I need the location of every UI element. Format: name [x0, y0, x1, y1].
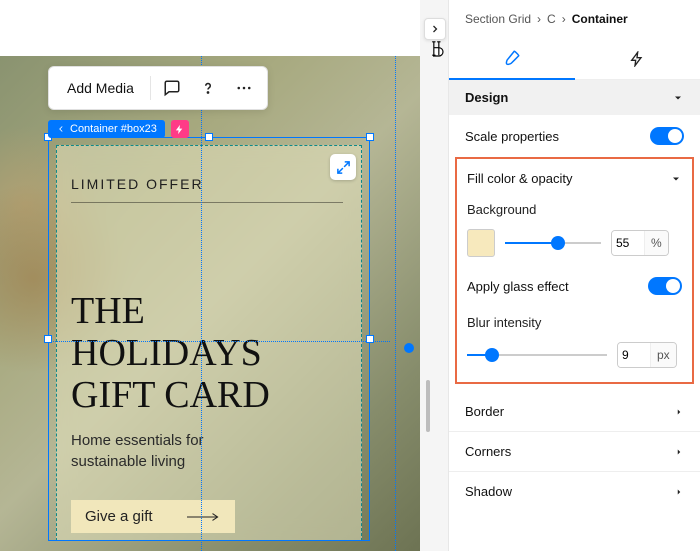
chevron-right-icon: [674, 407, 684, 417]
tab-design[interactable]: [449, 38, 575, 80]
chevron-right-icon: ›: [537, 12, 541, 26]
corners-label: Corners: [465, 444, 511, 459]
opacity-unit: %: [644, 231, 668, 255]
blur-value-field[interactable]: [618, 343, 650, 367]
add-media-button[interactable]: Add Media: [57, 74, 144, 102]
chevron-down-icon: [670, 173, 682, 185]
breadcrumb-item[interactable]: Section Grid: [465, 12, 531, 26]
breadcrumb: Section Grid › C › Container: [449, 0, 700, 38]
chevron-right-icon: [674, 447, 684, 457]
edge-handle[interactable]: [404, 343, 414, 353]
border-row[interactable]: Border: [449, 392, 700, 431]
lightning-icon: [629, 51, 645, 67]
border-label: Border: [465, 404, 504, 419]
section-title: Design: [465, 90, 508, 105]
glass-toggle[interactable]: [648, 277, 682, 295]
color-swatch[interactable]: [467, 229, 495, 257]
fill-opacity-group: Fill color & opacity Background % Apply …: [455, 157, 694, 384]
selection-tag: Container #box23: [48, 120, 189, 138]
floating-toolbar: Add Media: [48, 66, 268, 110]
scrollbar[interactable]: [426, 380, 430, 432]
background-controls: %: [467, 229, 682, 257]
blur-controls: px: [467, 342, 682, 368]
selection-badge[interactable]: Container #box23: [48, 120, 165, 138]
scale-properties-toggle[interactable]: [650, 127, 684, 145]
more-icon[interactable]: [229, 73, 259, 103]
comment-icon[interactable]: [157, 73, 187, 103]
opacity-value-field[interactable]: [612, 231, 644, 255]
blur-input[interactable]: px: [617, 342, 677, 368]
fill-opacity-header[interactable]: Fill color & opacity: [467, 167, 682, 196]
selection-label: Container #box23: [70, 123, 157, 135]
collapse-panel-button[interactable]: [424, 18, 446, 40]
breadcrumb-current: Container: [572, 12, 628, 26]
blur-slider[interactable]: [467, 346, 607, 364]
fill-opacity-label: Fill color & opacity: [467, 171, 572, 186]
glass-row: Apply glass effect: [467, 257, 682, 301]
panel-tabs: [449, 38, 700, 80]
selection-box[interactable]: [48, 137, 370, 541]
guide-vertical: [395, 56, 396, 551]
brush-icon: [503, 49, 521, 67]
resize-handle[interactable]: [44, 335, 52, 343]
chevron-down-icon: [672, 92, 684, 104]
shadow-row[interactable]: Shadow: [449, 471, 700, 511]
cursor-icon: [428, 40, 448, 67]
opacity-slider[interactable]: [505, 234, 601, 252]
resize-handle[interactable]: [366, 133, 374, 141]
corners-row[interactable]: Corners: [449, 431, 700, 471]
design-section-header[interactable]: Design: [449, 80, 700, 115]
canvas-area: Add Media Container #box23 LIMITED OFFER…: [0, 0, 420, 551]
canvas-topbar: [0, 0, 420, 56]
shadow-label: Shadow: [465, 484, 512, 499]
tab-interactions[interactable]: [575, 38, 700, 80]
chevron-right-icon: ›: [562, 12, 566, 26]
resize-handle[interactable]: [205, 133, 213, 141]
glass-label: Apply glass effect: [467, 279, 569, 294]
toolbar-divider: [150, 76, 151, 100]
scale-properties-row: Scale properties: [449, 115, 700, 157]
background-label: Background: [467, 196, 682, 223]
opacity-input[interactable]: %: [611, 230, 669, 256]
resize-handle[interactable]: [366, 335, 374, 343]
scale-properties-label: Scale properties: [465, 129, 559, 144]
chevron-right-icon: [674, 487, 684, 497]
blur-unit: px: [650, 343, 676, 367]
lightning-icon[interactable]: [171, 120, 189, 138]
help-icon[interactable]: [193, 73, 223, 103]
expand-icon[interactable]: [330, 154, 356, 180]
inspector-panel: Section Grid › C › Container Design Scal…: [448, 0, 700, 551]
blur-label: Blur intensity: [467, 309, 682, 336]
breadcrumb-item[interactable]: C: [547, 12, 556, 26]
